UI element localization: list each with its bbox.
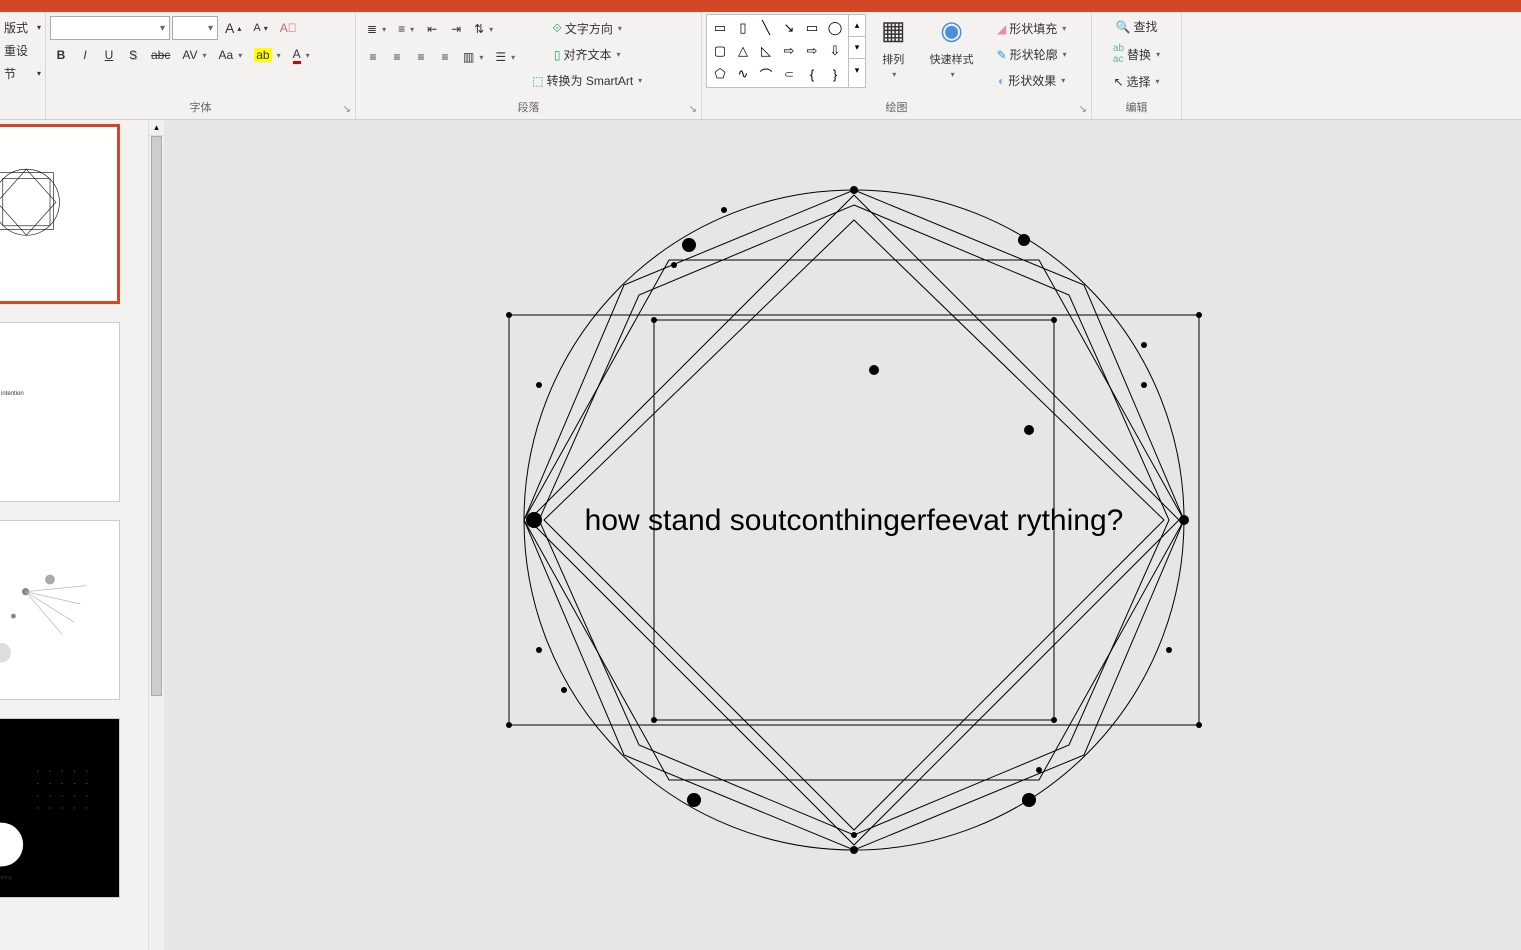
grow-font-button[interactable]: A▴ [220, 17, 246, 39]
shape-fill-button[interactable]: ◢形状填充▾ [991, 16, 1073, 41]
text-direction-button[interactable]: ⟐文字方向▾ [526, 16, 648, 41]
scroll-track[interactable] [149, 136, 164, 950]
textbox-shape[interactable]: ▭ [709, 17, 731, 39]
bullets-button[interactable]: ≣▾ [362, 18, 391, 40]
shape-effects-button[interactable]: ◐形状效果▾ [991, 68, 1073, 93]
slide-artwork[interactable]: how stand soutconthingerfeevat rything? [504, 170, 1204, 870]
shapes-gallery[interactable]: ▭ ▯ ╲ ↘ ▭ ◯ ▢ △ ◺ ⇨ ⇨ ⇩ ⬠ ∿ ⌒ ⸦ { [706, 14, 866, 88]
change-case-button[interactable]: Aa▾ [214, 44, 248, 66]
brace-left-shape[interactable]: { [801, 63, 823, 85]
paragraph-group-label: 段落 [356, 97, 701, 119]
scribble-shape[interactable]: ∿ [732, 63, 754, 85]
slide-canvas: how stand soutconthingerfeevat rything? [204, 150, 1504, 950]
reset-button[interactable]: 重设 [2, 39, 43, 62]
shrink-font-button[interactable]: A▾ [248, 17, 272, 39]
slide-thumb-3[interactable] [0, 520, 120, 700]
shapes-more-button[interactable]: ▾ [849, 59, 865, 81]
font-group: ▾ ▾ A▴ A▾ A⃠ B I U S abc AV▾ Aa▾ ab▾ A▾ … [46, 12, 356, 119]
find-button[interactable]: 🔍查找 [1096, 14, 1177, 39]
bold-button[interactable]: B [50, 44, 72, 66]
thumb-scrollbar[interactable]: ▴ [148, 120, 164, 950]
editing-group-label: 编辑 [1092, 97, 1181, 119]
align-text-button[interactable]: ▯对齐文本▾ [526, 42, 648, 67]
vertical-textbox-shape[interactable]: ▯ [732, 17, 754, 39]
strikethrough-button[interactable]: abc [146, 44, 175, 66]
shape-outline-button[interactable]: ✎形状轮廓▾ [991, 42, 1073, 67]
scroll-up-button[interactable]: ▴ [149, 120, 164, 136]
shadow-button[interactable]: S [122, 44, 144, 66]
replace-button[interactable]: abac替换▾ [1096, 39, 1177, 69]
decrease-indent-button[interactable]: ⇤ [421, 18, 443, 40]
slide-editor[interactable]: how stand soutconthingerfeevat rything? [164, 120, 1521, 950]
drawing-group-label: 绘图 [702, 97, 1091, 119]
italic-button[interactable]: I [74, 44, 96, 66]
font-size-combo[interactable]: ▾ [172, 16, 218, 40]
slide-main-text[interactable]: how stand soutconthingerfeevat rything? [585, 504, 1124, 537]
smartart-button[interactable]: ⬚转换为 SmartArt▾ [526, 68, 648, 93]
align-right-button[interactable]: ≡ [410, 46, 432, 68]
oval-shape[interactable]: ◯ [824, 17, 846, 39]
arrange-button[interactable]: ▦排列▾ [872, 14, 915, 80]
underline-button[interactable]: U [98, 44, 120, 66]
clear-format-button[interactable]: A⃠ [275, 17, 302, 39]
justify-button[interactable]: ≡ [434, 46, 456, 68]
ribbon: 版式▾ 重设 节▾ ▾ ▾ A▴ A▾ A⃠ B I U S abc AV▾ A… [0, 12, 1521, 120]
triangle-shape[interactable]: △ [732, 40, 754, 62]
shapes-up-button[interactable]: ▴ [849, 15, 865, 37]
distribute-button[interactable]: ☰▾ [490, 46, 520, 68]
slide-thumb-1[interactable] [0, 124, 120, 304]
highlight-button[interactable]: ab▾ [249, 44, 285, 66]
font-color-button[interactable]: A▾ [288, 44, 315, 66]
columns-button[interactable]: ▥▾ [458, 46, 488, 68]
slides-group: 版式▾ 重设 节▾ [0, 12, 46, 119]
quick-styles-button[interactable]: ◉快速样式▾ [921, 14, 983, 80]
connector-shape[interactable]: ⸦ [778, 63, 800, 85]
paragraph-launcher[interactable]: ↘ [689, 104, 697, 115]
slide-thumb-4[interactable]: keeping [0, 718, 120, 898]
editing-group: 🔍查找 abac替换▾ ↖选择▾ 编辑 [1092, 12, 1182, 119]
right-arrow-shape[interactable]: ⇨ [778, 40, 800, 62]
select-button[interactable]: ↖选择▾ [1096, 69, 1177, 94]
curve-shape[interactable]: ⌒ [755, 63, 777, 85]
line-shape[interactable]: ╲ [755, 17, 777, 39]
section-button[interactable]: 节▾ [2, 62, 43, 85]
slide-thumb-2[interactable]: ur intention [0, 322, 120, 502]
numbering-button[interactable]: ≡▾ [393, 18, 419, 40]
scroll-thumb[interactable] [151, 136, 162, 696]
down-arrow-shape[interactable]: ⇩ [824, 40, 846, 62]
main-area: ur intention [0, 120, 1521, 950]
font-name-combo[interactable]: ▾ [50, 16, 170, 40]
slides-panel: ur intention [0, 120, 148, 950]
rounded-rect-shape[interactable]: ▢ [709, 40, 731, 62]
drawing-group: ▭ ▯ ╲ ↘ ▭ ◯ ▢ △ ◺ ⇨ ⇨ ⇩ ⬠ ∿ ⌒ ⸦ { [702, 12, 1092, 119]
paragraph-group: ≣▾ ≡▾ ⇤ ⇥ ⇅▾ ≡ ≡ ≡ ≡ ▥▾ ☰▾ ⟐文字方向▾ ▯对齐文本▾ [356, 12, 702, 119]
left-arrow-shape[interactable]: ⇨ [801, 40, 823, 62]
title-bar [0, 0, 1521, 12]
increase-indent-button[interactable]: ⇥ [445, 18, 467, 40]
right-triangle-shape[interactable]: ◺ [755, 40, 777, 62]
char-spacing-button[interactable]: AV▾ [177, 44, 211, 66]
font-group-label: 字体 [46, 97, 355, 119]
rectangle-shape[interactable]: ▭ [801, 17, 823, 39]
shapes-down-button[interactable]: ▾ [849, 37, 865, 59]
layout-button[interactable]: 版式▾ [2, 16, 43, 39]
align-center-button[interactable]: ≡ [386, 46, 408, 68]
freeform-shape[interactable]: ⬠ [709, 63, 731, 85]
line-spacing-button[interactable]: ⇅▾ [469, 18, 498, 40]
brace-right-shape[interactable]: } [824, 63, 846, 85]
align-left-button[interactable]: ≡ [362, 46, 384, 68]
drawing-launcher[interactable]: ↘ [1079, 104, 1087, 115]
font-launcher[interactable]: ↘ [343, 104, 351, 115]
arrow-line-shape[interactable]: ↘ [778, 17, 800, 39]
